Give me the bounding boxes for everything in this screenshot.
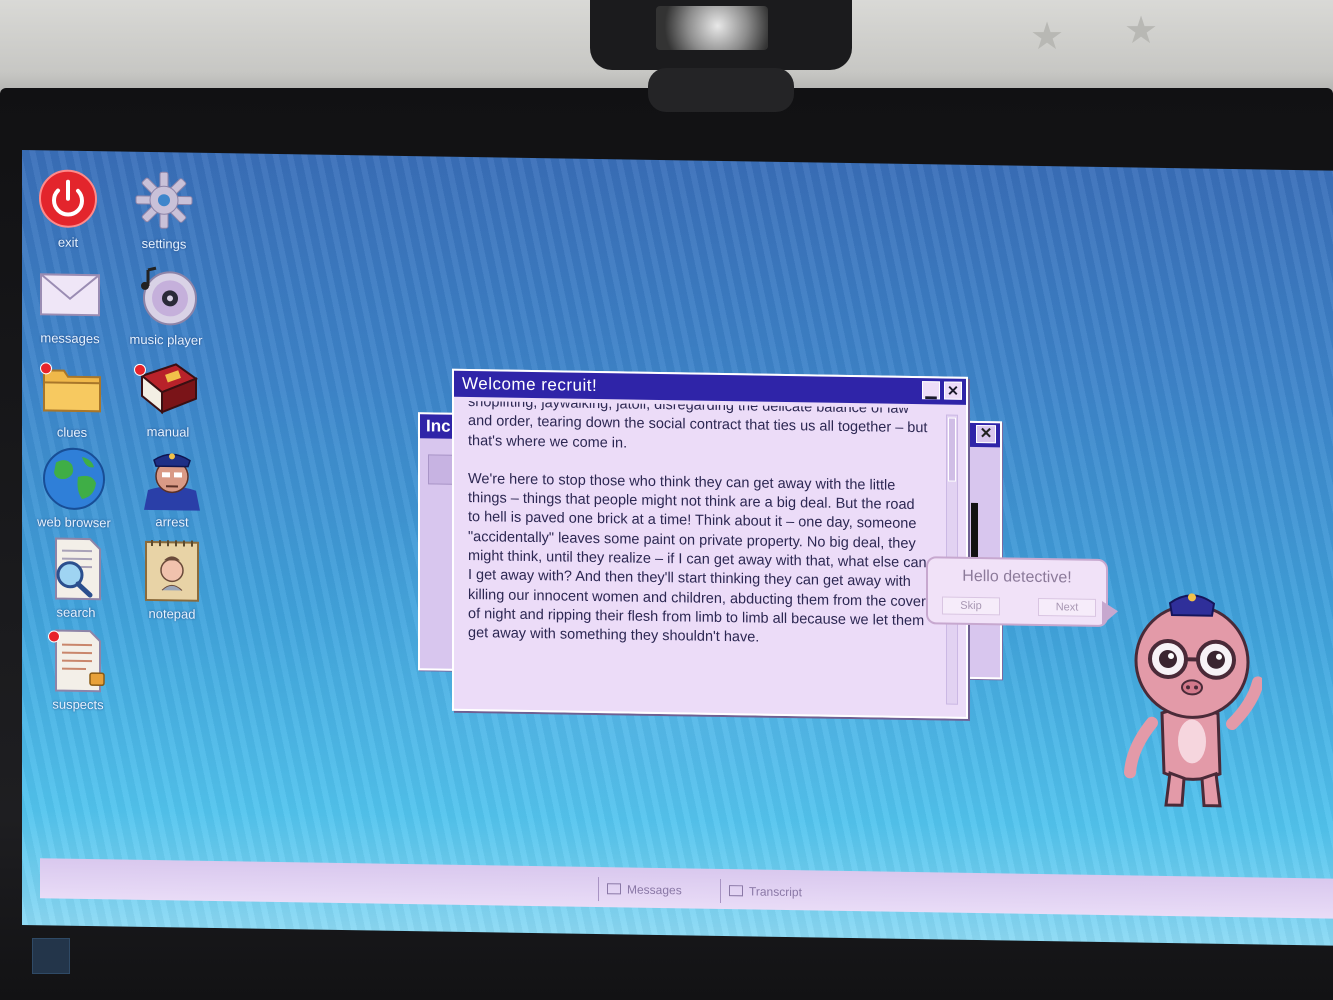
desktop-icon-label: arrest [155,514,189,530]
close-icon[interactable]: ✕ [944,381,962,400]
book-icon [134,356,200,421]
document-icon [46,628,110,693]
webcam [590,0,852,70]
gear-icon [132,168,196,233]
taskbar-item-label: Transcript [749,884,802,900]
window-scrollbar[interactable] [971,502,978,564]
desktop-icon-messages[interactable]: messages [24,262,116,346]
desktop-icon-exit[interactable]: exit [22,166,114,250]
desktop-screen: exit settings messages music player clue… [22,150,1333,946]
skip-button[interactable]: Skip [942,596,1000,616]
welcome-text: shoplifting, jaywalking, jatoll, disrega… [468,401,928,708]
assistant-message: Hello detective! [962,567,1072,587]
webcam-mount [648,68,794,112]
desktop-icon-search[interactable]: search [30,536,122,620]
close-icon[interactable]: ✕ [976,424,996,444]
desktop-icon-label: music player [129,331,203,348]
desktop-icon-manual[interactable]: manual [122,356,214,440]
desktop-icon-label: settings [141,235,187,252]
scrollbar-thumb[interactable] [948,417,956,482]
window-title: Inc [426,416,451,436]
desktop-icon-label: messages [40,330,100,347]
taskbar-item-label: Messages [627,882,682,898]
police-officer-icon [140,446,204,511]
desktop-icon-web-browser[interactable]: web browser [28,446,120,530]
notification-badge [40,362,52,375]
desktop-icon-label: clues [56,424,88,441]
star-decoration: ★ [1030,16,1065,58]
webcam-lens [656,6,768,50]
desktop-icon-label: manual [146,423,190,440]
desktop-icon-music-player[interactable]: music player [120,264,212,348]
desktop-icon-suspects[interactable]: suspects [32,628,124,712]
monitor-power-light [32,938,70,974]
cd-icon [134,264,198,329]
pig-detective-mascot [1112,572,1264,814]
envelope-icon [607,883,621,895]
desktop-icon-notepad[interactable]: notepad [126,538,218,622]
desktop-icon-label: suspects [52,696,104,713]
star-decoration: ★ [1124,10,1159,52]
power-icon [36,166,100,231]
paragraph: We're here to stop those who think they … [468,470,927,646]
desktop-icon-settings[interactable]: settings [118,168,210,252]
desktop-icon-label: search [56,604,96,621]
window-titlebar[interactable]: Welcome recruit! ▁ ✕ [454,370,966,405]
taskbar-item-messages[interactable]: Messages [598,877,716,903]
next-button[interactable]: Next [1038,597,1096,617]
envelope-icon [38,262,102,327]
document-icon [729,885,743,897]
paragraph: shoplifting, jaywalking, jatoll, disrega… [468,401,928,452]
globe-icon [42,446,106,511]
notepad-icon [140,538,204,603]
minimize-icon[interactable]: ▁ [922,381,940,400]
notification-badge [48,630,60,643]
desktop-icon-label: notepad [148,605,196,622]
taskbar-item-transcript[interactable]: Transcript [720,878,838,905]
welcome-window[interactable]: Welcome recruit! ▁ ✕ shoplifting, jaywal… [452,368,968,719]
folder-icon [40,356,104,421]
desktop-icon-label: web browser [37,514,111,531]
magnifier-document-icon [44,536,108,601]
assistant-speech-bubble: Hello detective! Skip Next [926,556,1108,628]
notification-badge [134,363,146,376]
desktop-icon-clues[interactable]: clues [26,356,118,440]
desktop-icon-label: exit [57,234,79,250]
desktop-icon-arrest[interactable]: arrest [126,446,218,530]
window-title: Welcome recruit! [462,373,598,396]
